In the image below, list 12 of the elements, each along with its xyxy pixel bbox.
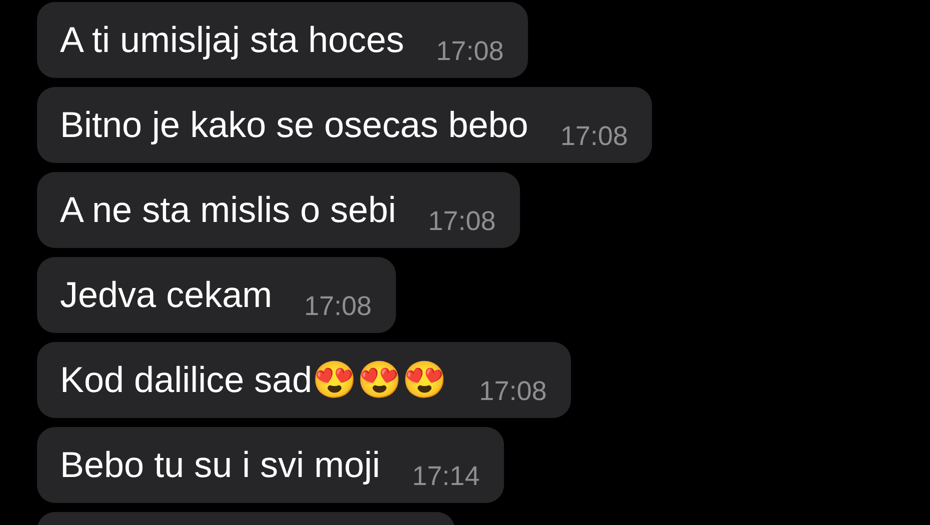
message-text: A ti umisljaj sta hoces: [60, 22, 404, 58]
message-time: 17:08: [436, 38, 504, 64]
message-time: 17:08: [428, 208, 496, 234]
message-time: 17:08: [560, 122, 628, 150]
message-text: Jedva cekam: [60, 277, 272, 313]
message-time: 17:08: [304, 292, 372, 320]
message-text: Bitno je kako se osecas bebo: [60, 107, 528, 143]
message-text: Kod dalilice sad😍😍😍: [60, 362, 448, 398]
message-time: 17:14: [412, 462, 480, 490]
message-time: 17:08: [479, 378, 547, 404]
message-text: Bebo tu su i svi moji: [60, 447, 380, 483]
message-text: A ne sta mislis o sebi: [60, 192, 396, 228]
